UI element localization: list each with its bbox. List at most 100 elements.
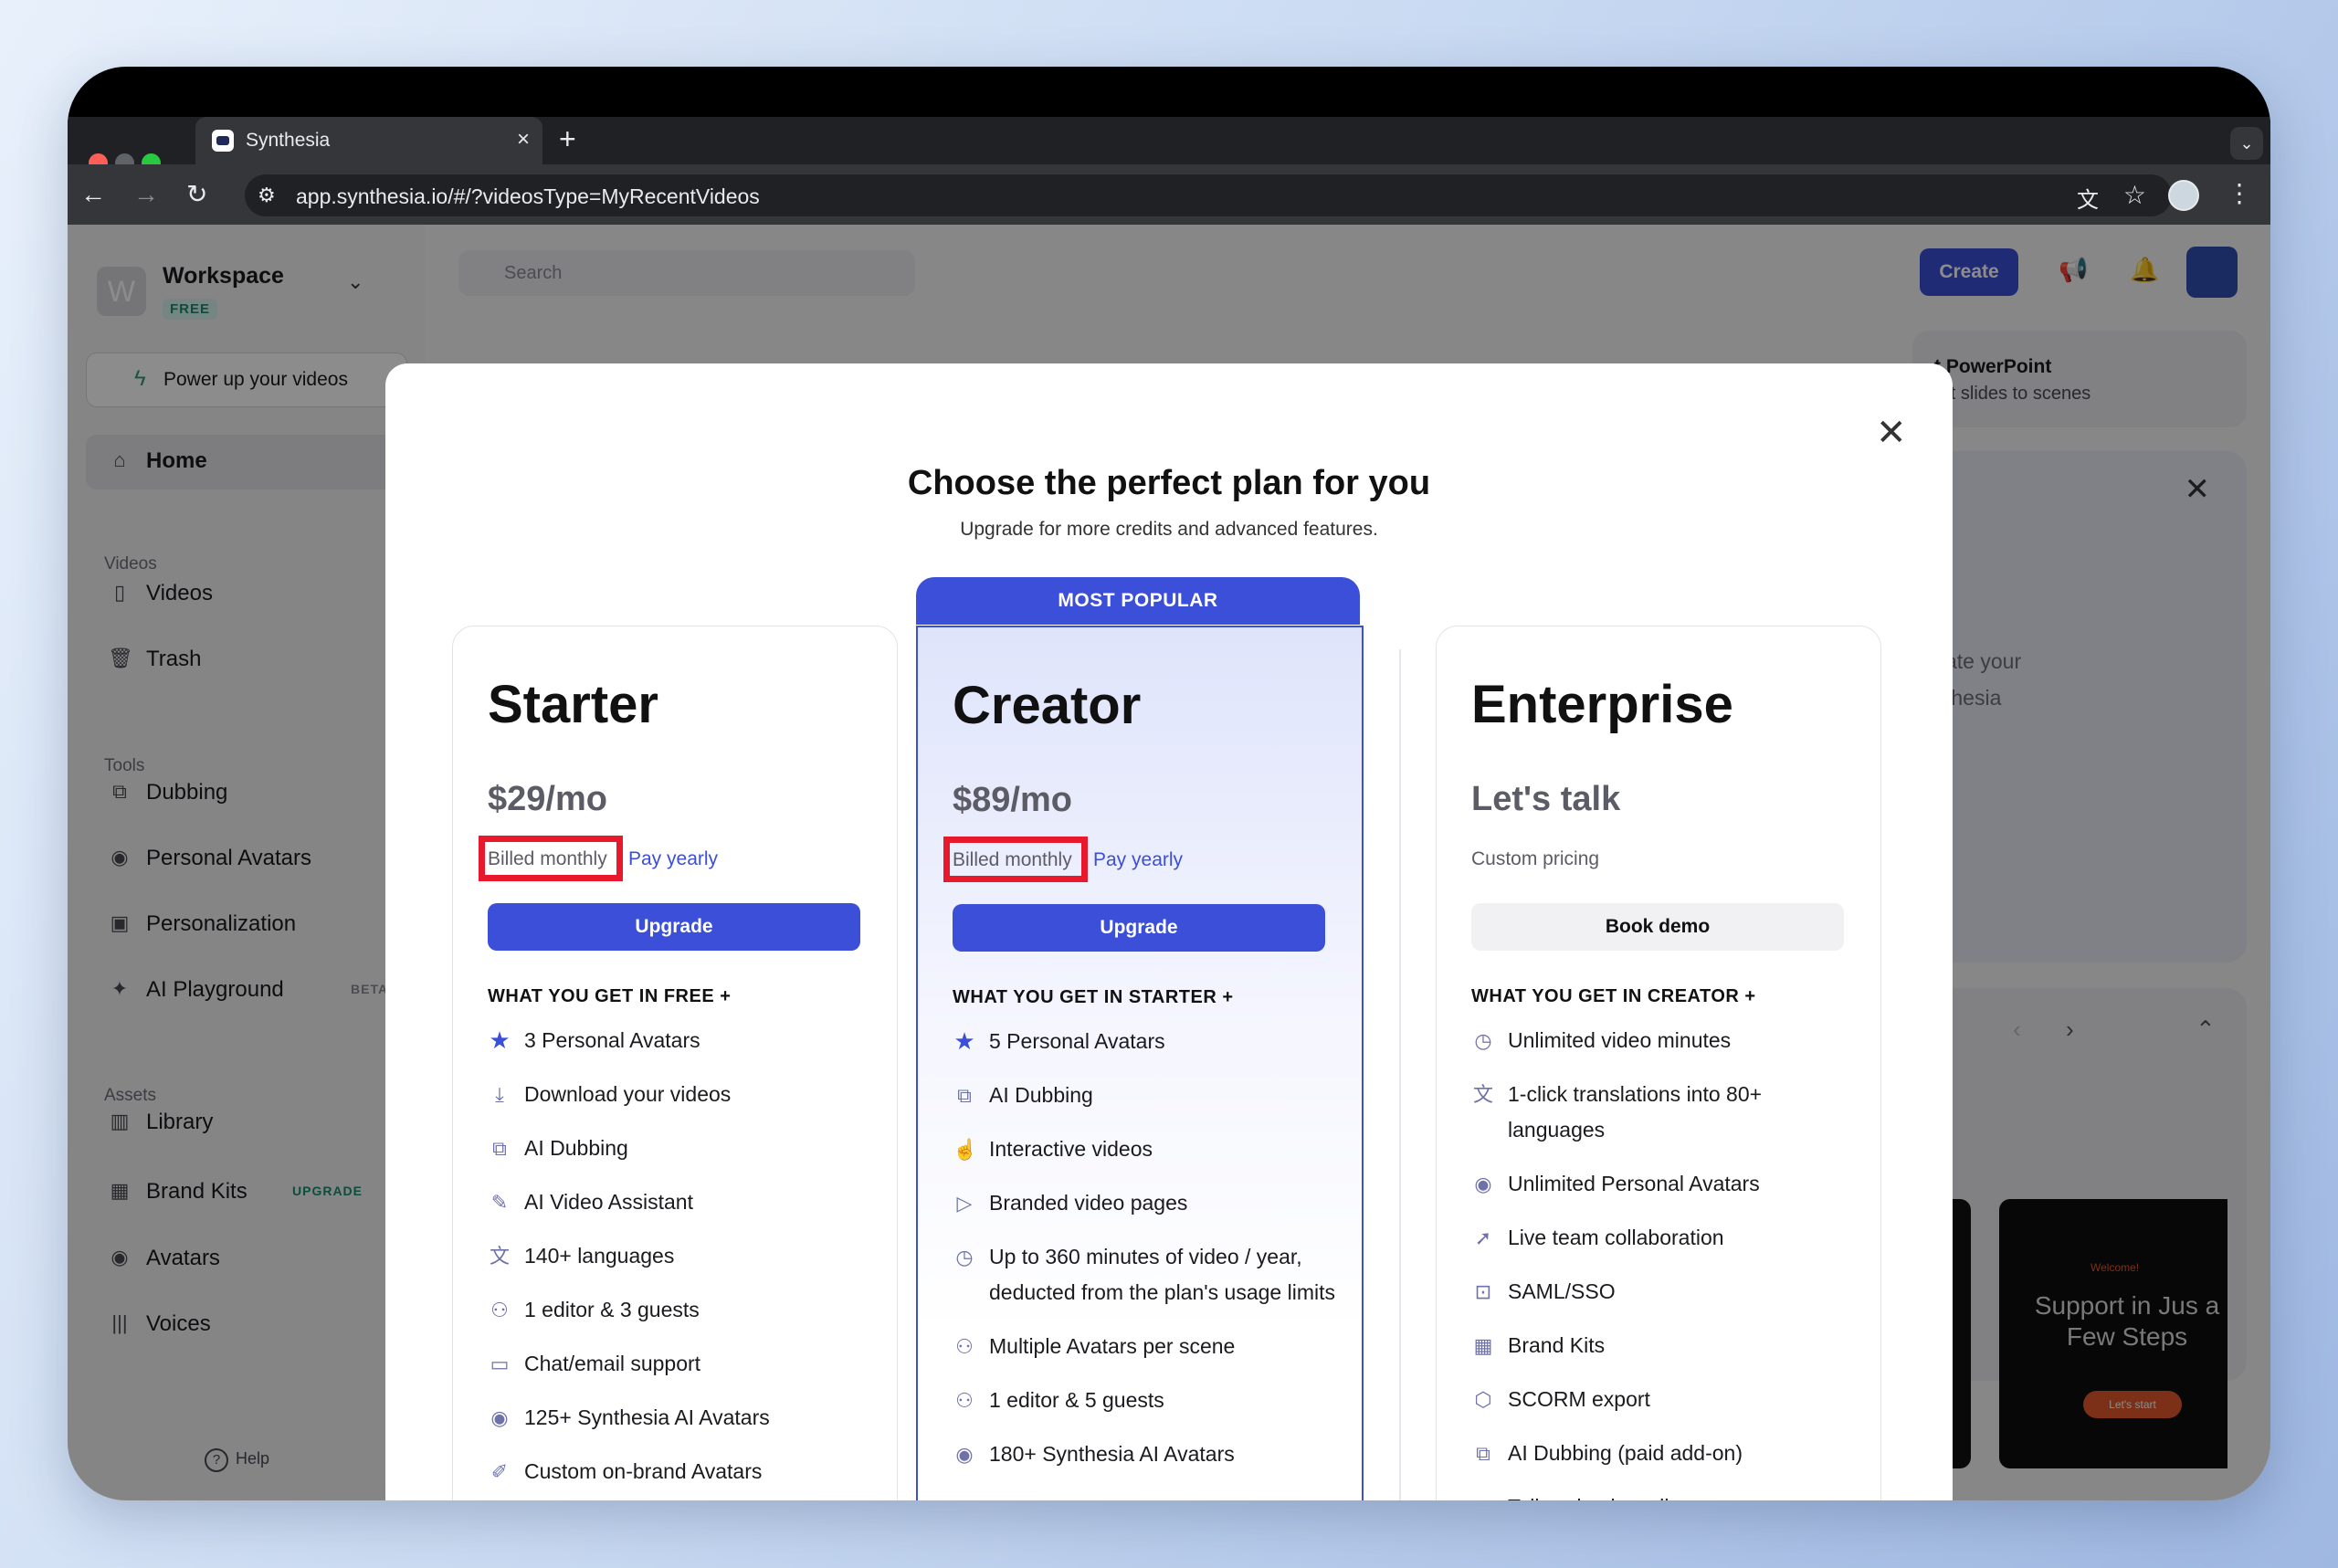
browser-profile-avatar[interactable] — [2168, 180, 2199, 211]
feature-item: ▦ Brand Kits — [1471, 1328, 1864, 1363]
features-header: WHAT YOU GET IN STARTER + — [953, 987, 1234, 1007]
dubbing-icon: ⧉ — [957, 1084, 972, 1107]
browser-menu-icon[interactable]: ⋮ — [2227, 178, 2252, 208]
cube-icon: ⬡ — [1474, 1388, 1492, 1411]
translate-icon: 文 — [1472, 1083, 1493, 1106]
new-tab-button[interactable]: + — [559, 124, 576, 153]
lock-icon: ⊡ — [1474, 1280, 1492, 1303]
feature-text: Up to 360 minutes of video / year, deduc… — [989, 1245, 1335, 1304]
brand-icon: ▦ — [1473, 1334, 1493, 1357]
feature-item: ⊡ SAML/SSO — [1471, 1274, 1864, 1310]
feature-item: ✎ AI Video Assistant — [488, 1184, 880, 1220]
feature-text: Tailored onboarding — [1508, 1495, 1692, 1500]
feature-text: AI Dubbing (paid add-on) — [1508, 1441, 1743, 1465]
feature-item: ⧉ AI Dubbing — [953, 1078, 1345, 1113]
group-icon: ⚇ — [955, 1335, 974, 1358]
feature-item: ⧉ AI Dubbing — [488, 1131, 880, 1166]
pointer-icon: ☝ — [953, 1138, 978, 1161]
chat-icon: ▭ — [490, 1352, 510, 1375]
billing-monthly-option[interactable]: Billed monthly — [943, 837, 1088, 882]
highlight-box — [943, 837, 1088, 882]
feature-item: ◉ 180+ Synthesia AI Avatars — [953, 1436, 1345, 1472]
feature-item: ⊟ Tailored onboarding — [1471, 1489, 1864, 1500]
feature-item: 文 140+ languages — [488, 1238, 880, 1274]
feature-item: ◷ Unlimited video minutes — [1471, 1023, 1864, 1058]
translate-icon: 文 — [489, 1245, 510, 1268]
feature-item: ✐ Custom on-brand Avatars — [488, 1454, 880, 1489]
feature-text: 3 Personal Avatars — [524, 1028, 700, 1052]
billing-monthly-option[interactable]: Billed monthly — [479, 836, 623, 881]
upgrade-button[interactable]: Upgrade — [488, 903, 860, 951]
feature-text: SCORM export — [1508, 1387, 1650, 1411]
download-icon: ⤓ — [495, 1083, 504, 1106]
feature-item: ⚇ Multiple Avatars per scene — [953, 1329, 1345, 1364]
feature-item: ➚ Live team collaboration — [1471, 1220, 1864, 1256]
close-icon[interactable]: ✕ — [1876, 415, 1907, 451]
feature-text: Brand Kits — [1508, 1333, 1606, 1357]
plan-price: Let's talk — [1471, 780, 1621, 818]
feature-text: Custom on-brand Avatars — [524, 1459, 763, 1483]
pay-yearly-link[interactable]: Pay yearly — [1093, 849, 1183, 871]
site-settings-icon[interactable]: ⚙ — [258, 184, 276, 207]
feature-text: 1-click translations into 80+ languages — [1508, 1082, 1763, 1142]
feature-text: Live team collaboration — [1508, 1226, 1724, 1249]
forward-arrow-icon[interactable]: → — [133, 180, 159, 209]
dubbing-icon: ⧉ — [492, 1137, 507, 1160]
feature-text: 1 editor & 5 guests — [989, 1388, 1164, 1412]
tab-search-chevron-icon[interactable]: ⌄ — [2230, 127, 2263, 160]
feature-text: AI Dubbing — [524, 1136, 628, 1160]
feature-text: Branded video pages — [989, 1191, 1188, 1215]
translate-icon[interactable]: 文 — [2077, 182, 2099, 214]
book-demo-button[interactable]: Book demo — [1471, 903, 1844, 951]
onboarding-icon: ⊟ — [1471, 1489, 1495, 1500]
feature-text: Interactive videos — [989, 1137, 1153, 1161]
plan-name: Creator — [953, 676, 1142, 735]
synthesia-favicon-icon — [212, 130, 234, 152]
custom-avatar-icon: ✐ — [490, 1460, 509, 1483]
pay-yearly-link[interactable]: Pay yearly — [628, 848, 718, 870]
feature-text: AI Video Assistant — [524, 1190, 693, 1214]
users-icon: ⚇ — [490, 1299, 509, 1321]
back-arrow-icon[interactable]: ← — [80, 180, 106, 209]
cursor-icon: ➚ — [1474, 1226, 1492, 1249]
feature-text: Download your videos — [524, 1082, 732, 1106]
features-header: WHAT YOU GET IN CREATOR + — [1471, 986, 1756, 1006]
tab-close-icon[interactable]: × — [517, 127, 530, 153]
avatar-icon: ◉ — [490, 1406, 509, 1429]
bookmark-star-icon[interactable]: ☆ — [2123, 180, 2146, 210]
star-icon: ★ — [953, 1027, 975, 1055]
features-header: WHAT YOU GET IN FREE + — [488, 986, 732, 1006]
feature-item: ★ 3 Personal Avatars — [488, 1023, 880, 1058]
users-icon: ⚇ — [955, 1389, 974, 1412]
browser-tab[interactable]: Synthesia × — [195, 117, 542, 164]
plan-card-enterprise: Enterprise Let's talk Custom pricing Boo… — [1436, 626, 1881, 1500]
feature-list: ◷ Unlimited video minutes 文 1-click transla… — [1471, 1023, 1864, 1500]
avatar-icon: ◉ — [955, 1443, 974, 1466]
modal-subtitle: Upgrade for more credits and advanced fe… — [960, 519, 1378, 540]
highlight-box — [479, 836, 623, 881]
plan-name: Enterprise — [1471, 675, 1733, 734]
feature-text: 1 editor & 3 guests — [524, 1298, 700, 1321]
feature-item: ◉ 125+ Synthesia AI Avatars — [488, 1400, 880, 1436]
url-text[interactable]: app.synthesia.io/#/?videosType=MyRecentV… — [296, 184, 760, 209]
plan-price: $29/mo — [488, 780, 607, 818]
upgrade-button[interactable]: Upgrade — [953, 904, 1325, 952]
feature-item: ▭ Chat/email support — [488, 1346, 880, 1382]
address-bar[interactable]: ⚙ app.synthesia.io/#/?videosType=MyRecen… — [245, 174, 2172, 216]
clock-icon: ◷ — [1474, 1029, 1492, 1052]
play-icon: ▷ — [956, 1192, 973, 1215]
feature-text: 180+ Synthesia AI Avatars — [989, 1442, 1235, 1466]
tab-title: Synthesia — [246, 130, 331, 151]
feature-text: SAML/SSO — [1508, 1279, 1616, 1303]
feature-text: Chat/email support — [524, 1352, 701, 1375]
dubbing-icon: ⧉ — [1476, 1442, 1490, 1465]
card-divider — [1399, 649, 1401, 1500]
modal-title: Choose the perfect plan for you — [907, 464, 1431, 502]
plan-price: $89/mo — [953, 781, 1072, 819]
plan-name: Starter — [488, 675, 658, 734]
feature-text: AI Dubbing — [989, 1083, 1093, 1107]
feature-text: Unlimited Personal Avatars — [1508, 1172, 1760, 1195]
reload-icon[interactable]: ↻ — [186, 180, 207, 209]
plan-card-creator: Creator $89/mo Billed monthly Pay yearly… — [916, 626, 1364, 1500]
feature-text: Multiple Avatars per scene — [989, 1334, 1236, 1358]
